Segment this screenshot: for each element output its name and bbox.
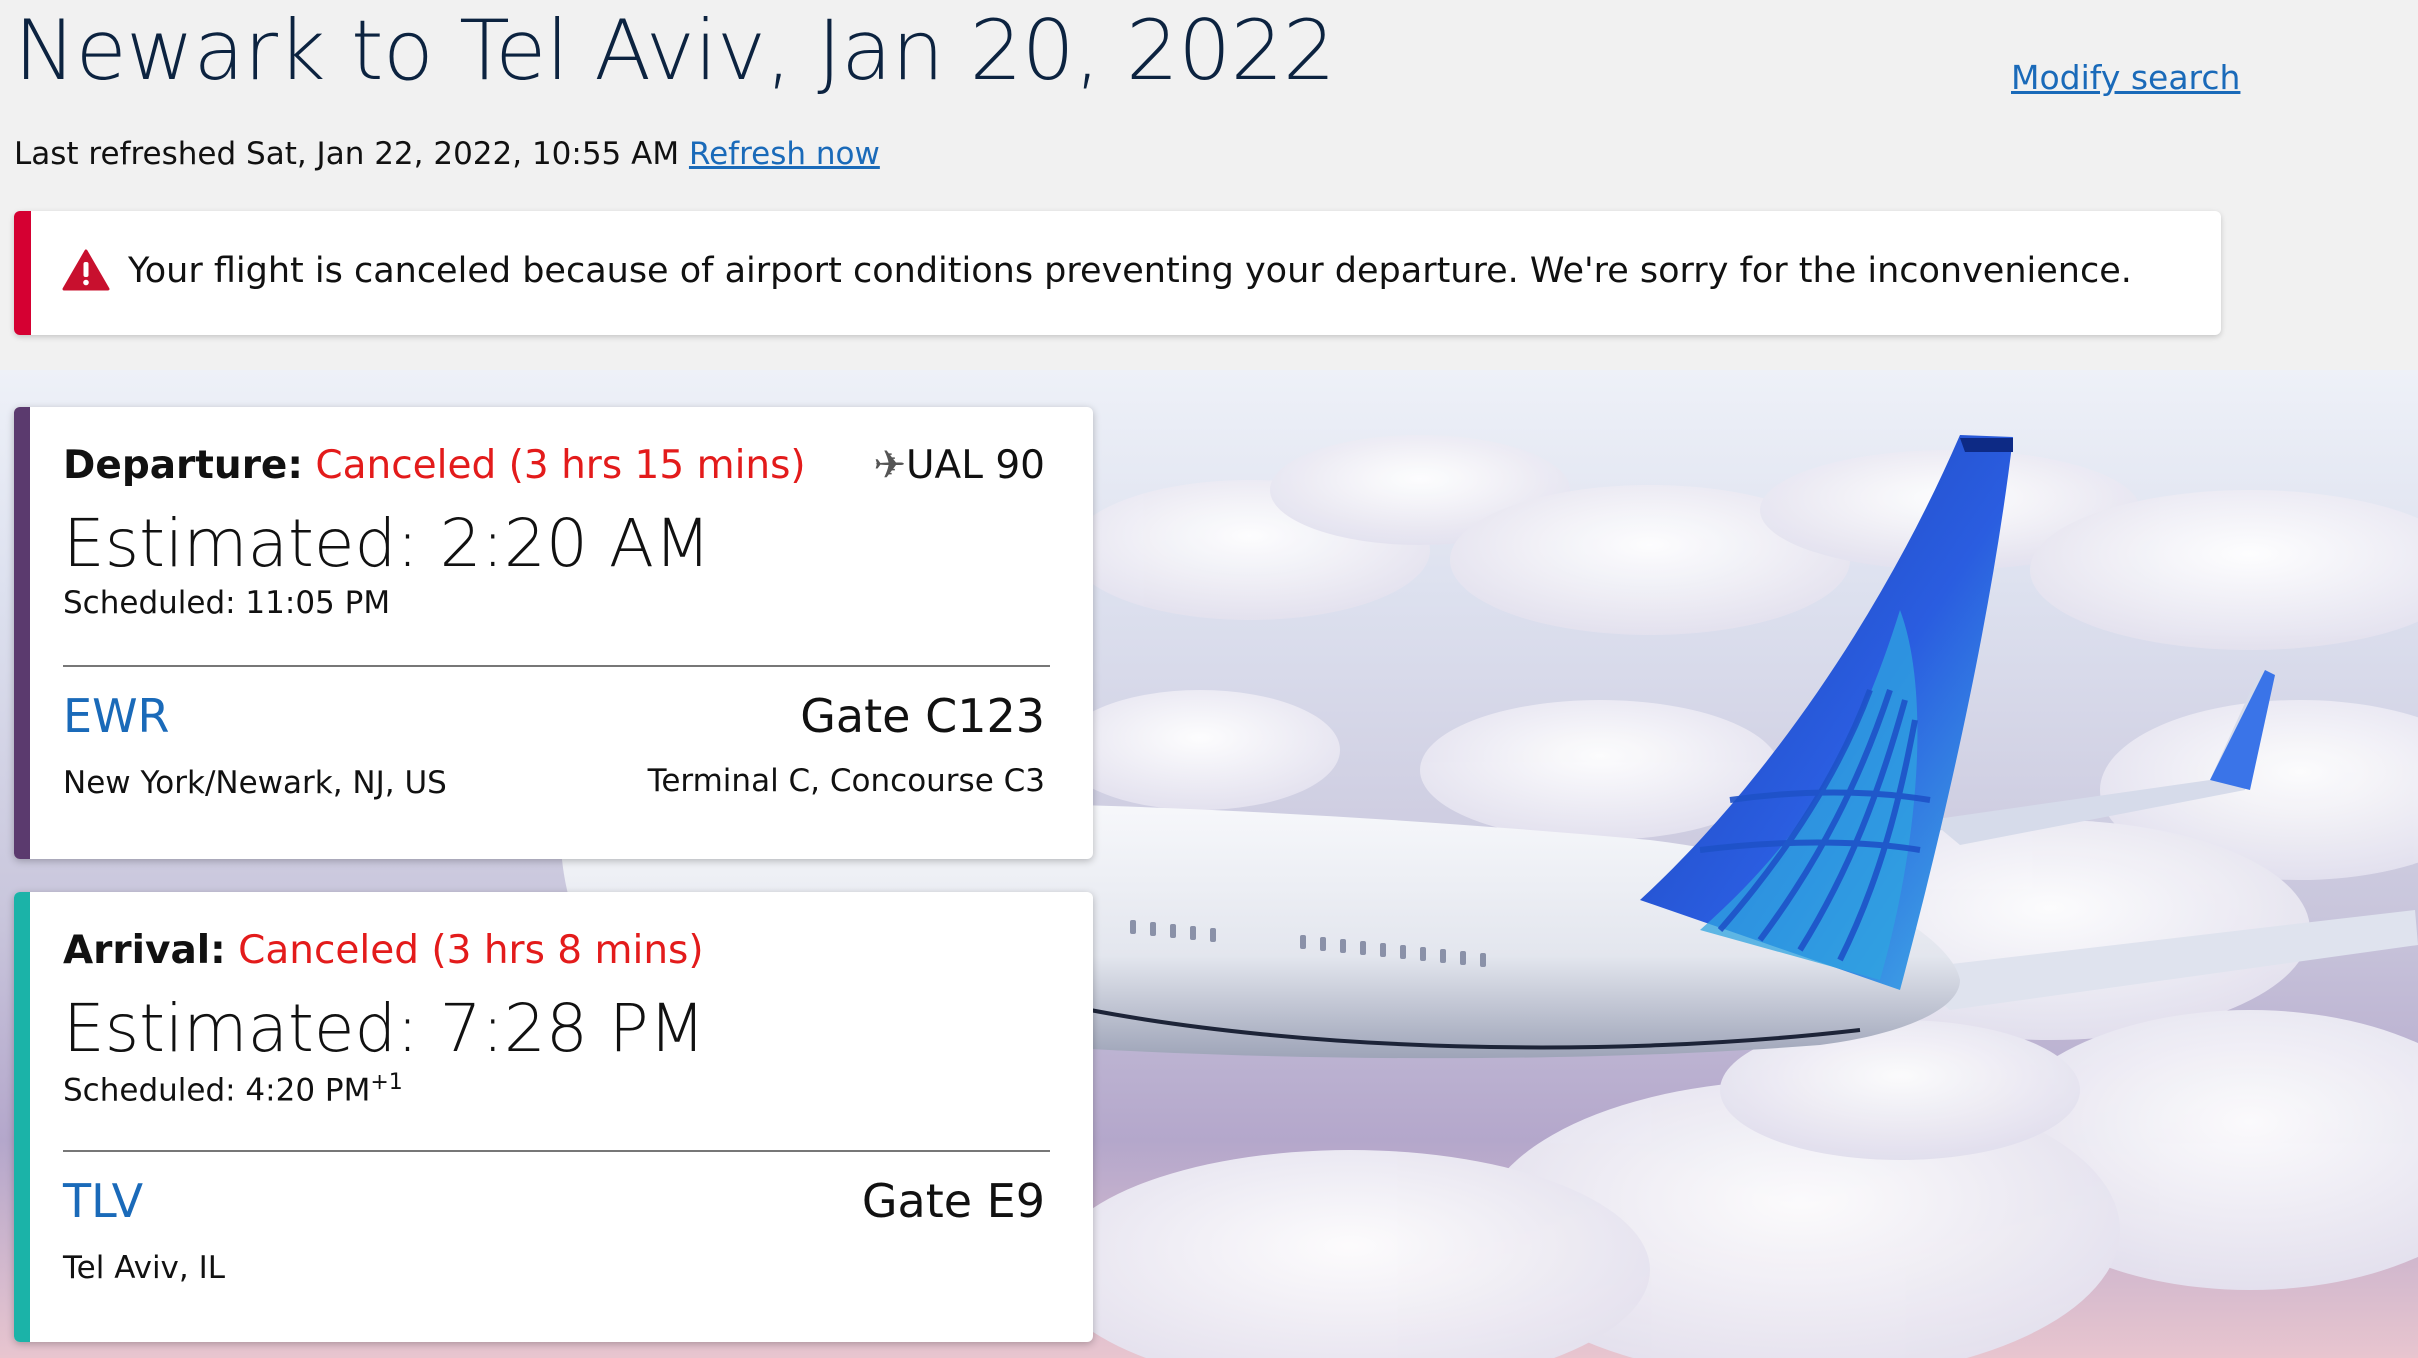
refresh-now-link[interactable]: Refresh now (689, 136, 880, 172)
arrival-scheduled-time: Scheduled: 4:20 PM+1 (63, 1070, 403, 1108)
arrival-status-text: Canceled (3 hrs 8 mins) (238, 928, 704, 973)
flight-number-text: UAL 90 (906, 443, 1045, 488)
departure-status: Departure: Canceled (3 hrs 15 mins) (63, 443, 806, 488)
alert-message: Your flight is canceled because of airpo… (128, 251, 2132, 291)
day-offset-superscript: +1 (370, 1070, 403, 1095)
arrival-scheduled-text: Scheduled: 4:20 PM (63, 1072, 371, 1109)
airplane-icon: ✈ (873, 443, 907, 488)
alert-accent-bar (14, 211, 31, 335)
departure-card: Departure: Canceled (3 hrs 15 mins) ✈UAL… (14, 407, 1093, 859)
flight-number: ✈UAL 90 (873, 443, 1045, 488)
last-refreshed-text: Last refreshed Sat, Jan 22, 2022, 10:55 … (14, 136, 680, 172)
departure-estimated-time: Estimated: 2:20 AM (63, 505, 711, 582)
arrival-card: Arrival: Canceled (3 hrs 8 mins) Estimat… (14, 892, 1093, 1342)
departure-divider (63, 665, 1050, 667)
last-refreshed: Last refreshed Sat, Jan 22, 2022, 10:55 … (14, 136, 880, 172)
page-title: Newark to Tel Aviv, Jan 20, 2022 (14, 2, 1336, 99)
departure-label: Departure: (63, 443, 303, 488)
departure-status-text: Canceled (3 hrs 15 mins) (315, 443, 806, 488)
departure-accent-bar (14, 407, 30, 859)
arrival-gate: Gate E9 (861, 1174, 1045, 1228)
arrival-city: Tel Aviv, IL (63, 1250, 226, 1286)
departure-scheduled-time: Scheduled: 11:05 PM (63, 585, 391, 621)
arrival-accent-bar (14, 892, 30, 1342)
arrival-label: Arrival: (63, 928, 226, 973)
arrival-divider (63, 1150, 1050, 1152)
arrival-estimated-time: Estimated: 7:28 PM (63, 990, 706, 1067)
arrival-status: Arrival: Canceled (3 hrs 8 mins) (63, 928, 704, 973)
departure-airport-code-link[interactable]: EWR (63, 689, 170, 743)
warning-triangle-icon (62, 249, 110, 291)
arrival-airport-code-link[interactable]: TLV (63, 1174, 143, 1228)
departure-city: New York/Newark, NJ, US (63, 765, 447, 801)
cancellation-alert: Your flight is canceled because of airpo… (14, 211, 2221, 335)
modify-search-link[interactable]: Modify search (2011, 58, 2240, 97)
departure-terminal: Terminal C, Concourse C3 (647, 763, 1045, 799)
departure-gate: Gate C123 (800, 689, 1045, 743)
